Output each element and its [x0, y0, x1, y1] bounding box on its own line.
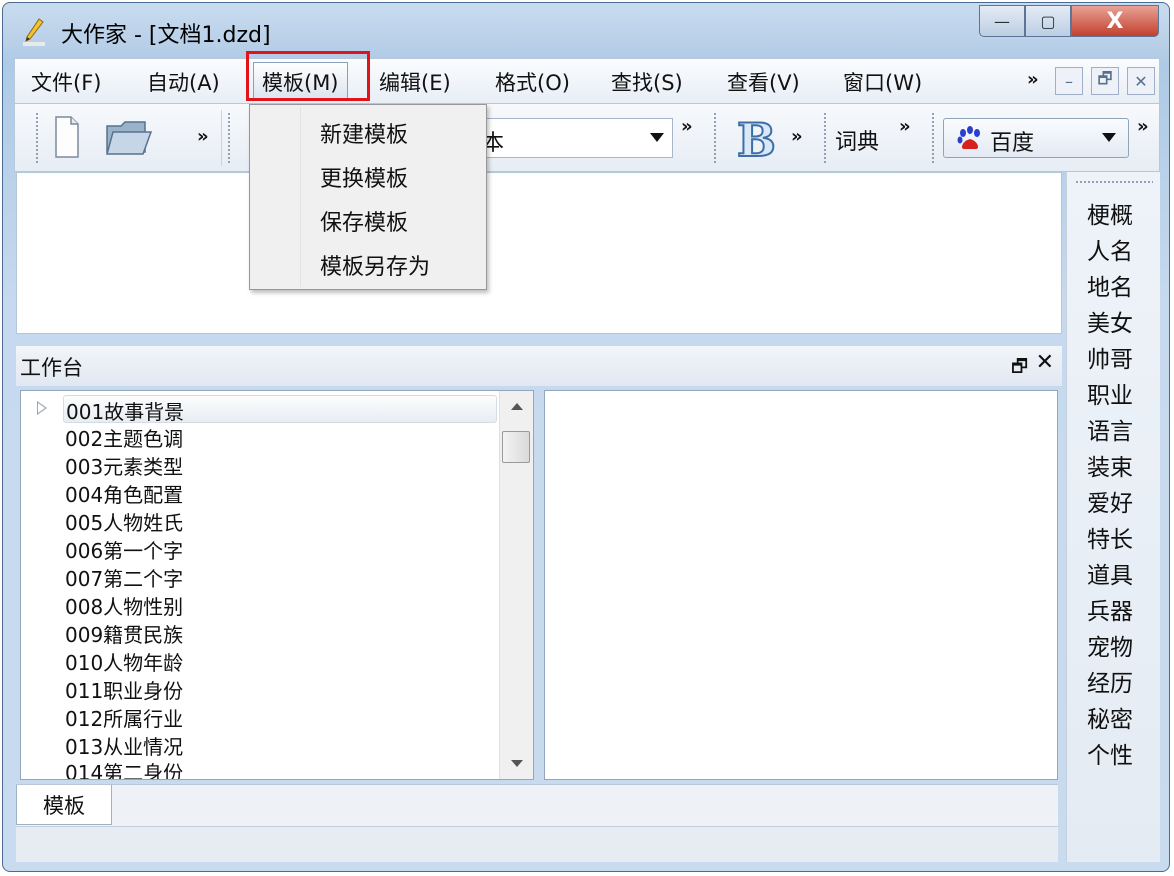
chevron-down-icon	[1102, 133, 1116, 142]
toolbar-dict-overflow[interactable]: »	[899, 116, 911, 137]
open-folder-icon[interactable]	[105, 116, 153, 158]
toolbar-grip[interactable]	[931, 112, 935, 164]
svg-text:B: B	[737, 114, 776, 162]
menu-format[interactable]: 格式(O)	[495, 67, 570, 97]
search-engine-value: 百度	[990, 131, 1035, 156]
scroll-down-arrow-icon[interactable]	[511, 760, 523, 767]
tab-template[interactable]: 模板	[16, 785, 112, 825]
menu-item-save-template-as[interactable]: 模板另存为	[320, 249, 430, 281]
baidu-paw-icon	[957, 126, 980, 149]
side-item-attire[interactable]: 装束	[1087, 448, 1133, 482]
toolbar-separator	[221, 110, 222, 166]
window-title: 大作家 - [文档1.dzd]	[61, 23, 271, 48]
tree-item[interactable]: 009籍贯民族	[65, 619, 183, 647]
template-tree: 001故事背景 002主题色调 003元素类型 004角色配置 005人物姓氏 …	[20, 390, 534, 780]
toolbar-format-overflow[interactable]: »	[791, 126, 803, 147]
menu-bar: 文件(F) 自动(A) 模板(M) 编辑(E) 格式(O) 查找(S) 查看(V…	[14, 58, 1160, 104]
workbench-title: 工作台	[20, 356, 83, 380]
menu-file[interactable]: 文件(F)	[31, 67, 101, 97]
toolbar-grip[interactable]	[823, 112, 827, 164]
search-engine-dropdown[interactable]: 百度	[943, 118, 1129, 158]
side-item-pets[interactable]: 宠物	[1087, 628, 1133, 662]
menu-window[interactable]: 窗口(W)	[843, 67, 922, 97]
side-item-secret[interactable]: 秘密	[1087, 700, 1133, 734]
toolbar: » 本 » B » 词典 » 百度 »	[14, 104, 1160, 172]
menu-edit[interactable]: 编辑(E)	[379, 67, 451, 97]
tree-item[interactable]: 004角色配置	[65, 479, 183, 507]
tree-item[interactable]: 013从业情况	[65, 731, 183, 759]
workbench-title-bar: 工作台 🗗 ✕	[16, 346, 1062, 386]
mdi-minimize-button[interactable]: –	[1055, 67, 1083, 95]
detail-pane[interactable]	[544, 390, 1058, 780]
side-item-weapons[interactable]: 兵器	[1087, 592, 1133, 626]
toolbar-search-overflow[interactable]: »	[1137, 116, 1149, 137]
tree-item[interactable]: 011职业身份	[65, 675, 183, 703]
tree-item[interactable]: 006第一个字	[65, 535, 183, 563]
menu-item-change-template[interactable]: 更换模板	[320, 161, 408, 193]
new-document-icon[interactable]	[53, 114, 81, 160]
side-panel-grip[interactable]	[1075, 180, 1153, 183]
workbench-tab-strip: 模板	[16, 784, 1058, 826]
tree-item[interactable]: 001故事背景	[63, 395, 497, 424]
app-logo-icon	[23, 18, 45, 46]
scroll-up-arrow-icon[interactable]	[511, 403, 523, 410]
toolbar-file-overflow[interactable]: »	[197, 126, 209, 147]
side-panel: 梗概 人名 地名 美女 帅哥 职业 语言 装束 爱好 特长 道具 兵器 宠物 经…	[1066, 172, 1160, 862]
side-item-props[interactable]: 道具	[1087, 556, 1133, 590]
side-item-beauty[interactable]: 美女	[1087, 304, 1133, 338]
status-bar	[16, 826, 1058, 862]
tree-item[interactable]: 012所属行业	[65, 703, 183, 731]
toolbar-grip[interactable]	[713, 112, 717, 164]
tree-item[interactable]: 007第二个字	[65, 563, 183, 591]
chevron-down-icon	[650, 133, 664, 142]
document-editor[interactable]	[16, 172, 1062, 334]
menu-item-new-template[interactable]: 新建模板	[320, 117, 408, 149]
side-item-synopsis[interactable]: 梗概	[1087, 196, 1133, 230]
template-dropdown-menu: 新建模板 更换模板 保存模板 模板另存为	[249, 104, 487, 290]
side-item-person-name[interactable]: 人名	[1087, 232, 1133, 266]
menu-view[interactable]: 查看(V)	[727, 67, 800, 97]
tree-item[interactable]: 002主题色调	[65, 423, 183, 451]
side-item-profession[interactable]: 职业	[1087, 376, 1133, 410]
tree-item[interactable]: 014第二身份	[65, 757, 183, 779]
window-caption-buttons: — ▢ X	[979, 5, 1159, 37]
side-item-place-name[interactable]: 地名	[1087, 268, 1133, 302]
side-item-experience[interactable]: 经历	[1087, 664, 1133, 698]
tree-item[interactable]: 005人物姓氏	[65, 507, 183, 535]
menu-item-save-template[interactable]: 保存模板	[320, 205, 408, 237]
side-item-handsome[interactable]: 帅哥	[1087, 340, 1133, 374]
side-item-specialty[interactable]: 特长	[1087, 520, 1133, 554]
menu-auto[interactable]: 自动(A)	[147, 67, 220, 97]
toolbar-font-overflow[interactable]: »	[681, 116, 693, 137]
toolbar-grip[interactable]	[35, 112, 39, 164]
expand-arrow-icon[interactable]	[37, 401, 47, 415]
menu-find[interactable]: 查找(S)	[611, 67, 683, 97]
toolbar-grip[interactable]	[227, 112, 231, 164]
tree-item[interactable]: 010人物年龄	[65, 647, 183, 675]
side-item-hobby[interactable]: 爱好	[1087, 484, 1133, 518]
scrollbar-thumb[interactable]	[502, 431, 530, 463]
float-panel-icon[interactable]: 🗗	[1011, 354, 1028, 384]
dictionary-button[interactable]: 词典	[835, 124, 879, 156]
side-item-language[interactable]: 语言	[1087, 412, 1133, 446]
mdi-restore-button[interactable]: 🗗	[1091, 67, 1119, 95]
close-button[interactable]: X	[1071, 5, 1159, 37]
close-panel-icon[interactable]: ✕	[1036, 350, 1054, 375]
maximize-button[interactable]: ▢	[1025, 5, 1071, 37]
tree-item[interactable]: 008人物性别	[65, 591, 183, 619]
search-engine-chevron	[1094, 119, 1124, 157]
tree-item[interactable]: 003元素类型	[65, 451, 183, 479]
bold-icon[interactable]: B	[733, 114, 779, 162]
mdi-close-button[interactable]: ✕	[1127, 67, 1155, 95]
side-item-personality[interactable]: 个性	[1087, 736, 1133, 770]
menu-template-highlight	[246, 51, 370, 101]
tree-scrollbar[interactable]	[499, 391, 533, 779]
menu-overflow-chevron[interactable]: »	[1027, 69, 1039, 90]
font-dropdown[interactable]: 本	[463, 118, 673, 158]
minimize-button[interactable]: —	[979, 5, 1025, 37]
